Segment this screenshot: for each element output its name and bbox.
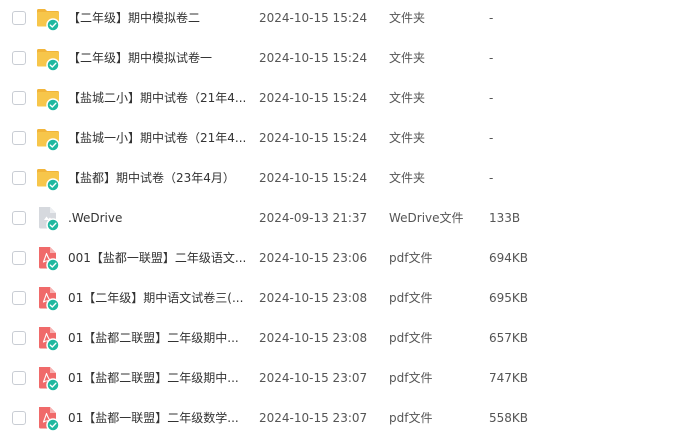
pdf-icon <box>36 245 60 271</box>
file-row[interactable]: 01【盐都二联盟】二年级期中... 2024-10-15 23:07 pdf文件… <box>0 360 681 396</box>
modified-date: 2024-10-15 23:07 <box>259 371 368 385</box>
modified-date: 2024-10-15 15:24 <box>259 11 368 25</box>
file-name[interactable]: 001【盐都一联盟】二年级语文... <box>68 249 246 267</box>
modified-date: 2024-10-15 23:08 <box>259 331 368 345</box>
file-row[interactable]: 【盐都】期中试卷（23年4月） 2024-10-15 15:24 文件夹 - <box>0 160 681 196</box>
file-name[interactable]: 【盐城二小】期中试卷（21年4... <box>68 89 246 107</box>
row-checkbox[interactable] <box>12 51 26 65</box>
file-row[interactable]: 【二年级】期中模拟试卷一 2024-10-15 15:24 文件夹 - <box>0 40 681 76</box>
modified-date: 2024-10-15 23:07 <box>259 411 368 425</box>
folder-icon <box>36 125 60 151</box>
file-type: pdf文件 <box>389 291 433 305</box>
file-name[interactable]: 01【盐都二联盟】二年级期中... <box>68 329 246 347</box>
file-row[interactable]: 001【盐都一联盟】二年级语文... 2024-10-15 23:06 pdf文… <box>0 240 681 276</box>
file-size: 695KB <box>489 291 529 305</box>
file-name[interactable]: 【盐都】期中试卷（23年4月） <box>68 169 246 187</box>
folder-icon <box>36 5 60 31</box>
row-checkbox[interactable] <box>12 11 26 25</box>
folder-icon <box>36 85 60 111</box>
modified-date: 2024-10-15 15:24 <box>259 131 368 145</box>
file-type: 文件夹 <box>389 51 426 65</box>
row-checkbox[interactable] <box>12 131 26 145</box>
file-name[interactable]: 【二年级】期中模拟卷二 <box>68 9 246 27</box>
file-row[interactable]: 【二年级】期中模拟卷二 2024-10-15 15:24 文件夹 - <box>0 0 681 36</box>
file-size: 657KB <box>489 331 529 345</box>
file-name[interactable]: 01【盐都二联盟】二年级期中... <box>68 369 246 387</box>
file-row[interactable]: 01【二年级】期中语文试卷三(... 2024-10-15 23:08 pdf文… <box>0 280 681 316</box>
pdf-icon <box>36 405 60 431</box>
file-size: - <box>489 171 494 185</box>
row-checkbox[interactable] <box>12 411 26 425</box>
file-name[interactable]: .WeDrive <box>68 209 246 227</box>
file-size: - <box>489 11 494 25</box>
file-row[interactable]: 01【盐都一联盟】二年级数学... 2024-10-15 23:07 pdf文件… <box>0 400 681 436</box>
file-type: 文件夹 <box>389 131 426 145</box>
row-checkbox[interactable] <box>12 291 26 305</box>
row-checkbox[interactable] <box>12 211 26 225</box>
file-type: 文件夹 <box>389 171 426 185</box>
row-checkbox[interactable] <box>12 331 26 345</box>
file-type: WeDrive文件 <box>389 211 464 225</box>
file-name[interactable]: 【二年级】期中模拟试卷一 <box>68 49 246 67</box>
file-size: - <box>489 51 494 65</box>
file-name[interactable]: 【盐城一小】期中试卷（21年4... <box>68 129 246 147</box>
row-checkbox[interactable] <box>12 171 26 185</box>
pdf-icon <box>36 285 60 311</box>
file-size: 558KB <box>489 411 529 425</box>
file-size: - <box>489 91 494 105</box>
generic-file-icon <box>36 205 60 231</box>
file-type: 文件夹 <box>389 11 426 25</box>
file-size: 747KB <box>489 371 529 385</box>
file-type: pdf文件 <box>389 371 433 385</box>
pdf-icon <box>36 325 60 351</box>
file-row[interactable]: 【盐城二小】期中试卷（21年4... 2024-10-15 15:24 文件夹 … <box>0 80 681 116</box>
modified-date: 2024-10-15 15:24 <box>259 51 368 65</box>
row-checkbox[interactable] <box>12 251 26 265</box>
row-checkbox[interactable] <box>12 371 26 385</box>
modified-date: 2024-10-15 23:08 <box>259 291 368 305</box>
file-type: 文件夹 <box>389 91 426 105</box>
file-list: 【二年级】期中模拟卷二 2024-10-15 15:24 文件夹 - 【二年级】… <box>0 0 681 447</box>
file-size: 694KB <box>489 251 529 265</box>
file-type: pdf文件 <box>389 251 433 265</box>
modified-date: 2024-10-15 15:24 <box>259 171 368 185</box>
file-name[interactable]: 01【盐都一联盟】二年级数学... <box>68 409 246 427</box>
folder-icon <box>36 45 60 71</box>
file-row[interactable]: 【盐城一小】期中试卷（21年4... 2024-10-15 15:24 文件夹 … <box>0 120 681 156</box>
file-name[interactable]: 01【二年级】期中语文试卷三(... <box>68 289 246 307</box>
row-checkbox[interactable] <box>12 91 26 105</box>
file-type: pdf文件 <box>389 331 433 345</box>
folder-icon <box>36 165 60 191</box>
modified-date: 2024-10-15 15:24 <box>259 91 368 105</box>
file-size: 133B <box>489 211 521 225</box>
file-row[interactable]: 01【盐都二联盟】二年级期中... 2024-10-15 23:08 pdf文件… <box>0 320 681 356</box>
file-size: - <box>489 131 494 145</box>
modified-date: 2024-09-13 21:37 <box>259 211 368 225</box>
file-row[interactable]: .WeDrive 2024-09-13 21:37 WeDrive文件 133B <box>0 200 681 236</box>
modified-date: 2024-10-15 23:06 <box>259 251 368 265</box>
file-type: pdf文件 <box>389 411 433 425</box>
pdf-icon <box>36 365 60 391</box>
